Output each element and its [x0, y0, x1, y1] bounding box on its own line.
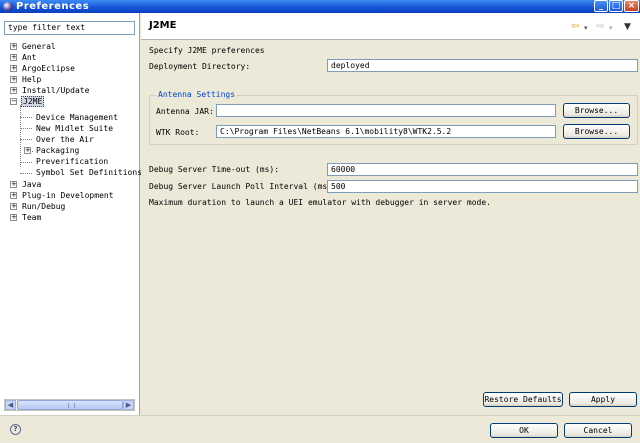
- antenna-settings-group: Antenna Settings Antenna JAR: Browse... …: [149, 90, 638, 145]
- antenna-jar-field[interactable]: [216, 104, 556, 117]
- antenna-jar-label: Antenna JAR:: [156, 107, 214, 116]
- expand-icon[interactable]: +: [10, 54, 17, 61]
- page-header: J2ME ⇦ ▾ ⇨ ▾ ▼: [141, 13, 640, 40]
- back-dropdown-icon[interactable]: ▾: [584, 23, 588, 33]
- expand-icon[interactable]: +: [10, 181, 17, 188]
- preference-page: J2ME ⇦ ▾ ⇨ ▾ ▼ Specify J2ME preferences …: [141, 13, 640, 415]
- cancel-button[interactable]: Cancel: [564, 423, 632, 438]
- wtk-root-field[interactable]: C:\Program Files\NetBeans 6.1\mobility8\…: [216, 125, 556, 138]
- expand-icon[interactable]: +: [10, 203, 17, 210]
- view-menu-icon[interactable]: ▼: [624, 22, 631, 32]
- window-title: Preferences: [16, 1, 90, 12]
- antenna-settings-legend: Antenna Settings: [156, 90, 238, 100]
- maximize-button[interactable]: □: [609, 0, 623, 12]
- restore-defaults-button[interactable]: Restore Defaults: [483, 392, 563, 407]
- timeout-note: Maximum duration to launch a UEI emulato…: [149, 198, 491, 207]
- preference-tree-panel: type filter text + General + Ant + ArgoE…: [0, 13, 142, 415]
- close-button[interactable]: ×: [624, 0, 639, 12]
- expand-icon[interactable]: +: [10, 65, 17, 72]
- timeout-label: Debug Server Time-out (ms):: [149, 165, 280, 174]
- scrollbar-thumb[interactable]: [17, 400, 123, 410]
- ok-button[interactable]: OK: [490, 423, 558, 438]
- wtk-root-label: WTK Root:: [156, 128, 200, 137]
- expand-icon[interactable]: +: [10, 192, 17, 199]
- minimize-button[interactable]: _: [594, 0, 608, 12]
- timeout-field[interactable]: 60000: [327, 163, 638, 176]
- expand-icon[interactable]: +: [10, 76, 17, 83]
- tree-horizontal-scrollbar[interactable]: ◀ ▶: [4, 399, 135, 411]
- forward-arrow-icon[interactable]: ⇨: [596, 22, 604, 32]
- poll-interval-field[interactable]: 500: [327, 180, 638, 193]
- expand-icon[interactable]: +: [10, 214, 17, 221]
- deployment-directory-label: Deployment Directory:: [149, 62, 251, 71]
- expand-icon[interactable]: +: [24, 147, 31, 154]
- dialog-button-bar: ? OK Cancel: [0, 415, 640, 443]
- scroll-right-arrow-icon[interactable]: ▶: [123, 400, 134, 410]
- expand-icon[interactable]: +: [10, 43, 17, 50]
- poll-interval-label: Debug Server Launch Poll Interval (ms): [149, 182, 333, 191]
- back-arrow-icon[interactable]: ⇦: [571, 22, 579, 32]
- antenna-browse-button[interactable]: Browse...: [563, 103, 630, 118]
- page-title: J2ME: [149, 20, 177, 31]
- forward-dropdown-icon[interactable]: ▾: [609, 23, 613, 33]
- expand-icon[interactable]: +: [10, 87, 17, 94]
- filter-input[interactable]: type filter text: [4, 21, 135, 35]
- eclipse-app-icon: [3, 2, 13, 11]
- window-titlebar[interactable]: Preferences _ □ ×: [0, 0, 640, 13]
- help-icon[interactable]: ?: [10, 424, 21, 435]
- apply-button[interactable]: Apply: [569, 392, 637, 407]
- wtk-browse-button[interactable]: Browse...: [563, 124, 630, 139]
- page-description: Specify J2ME preferences: [149, 46, 265, 55]
- scroll-left-arrow-icon[interactable]: ◀: [5, 400, 16, 410]
- deployment-directory-field[interactable]: deployed: [327, 59, 638, 72]
- collapse-icon[interactable]: −: [10, 98, 17, 105]
